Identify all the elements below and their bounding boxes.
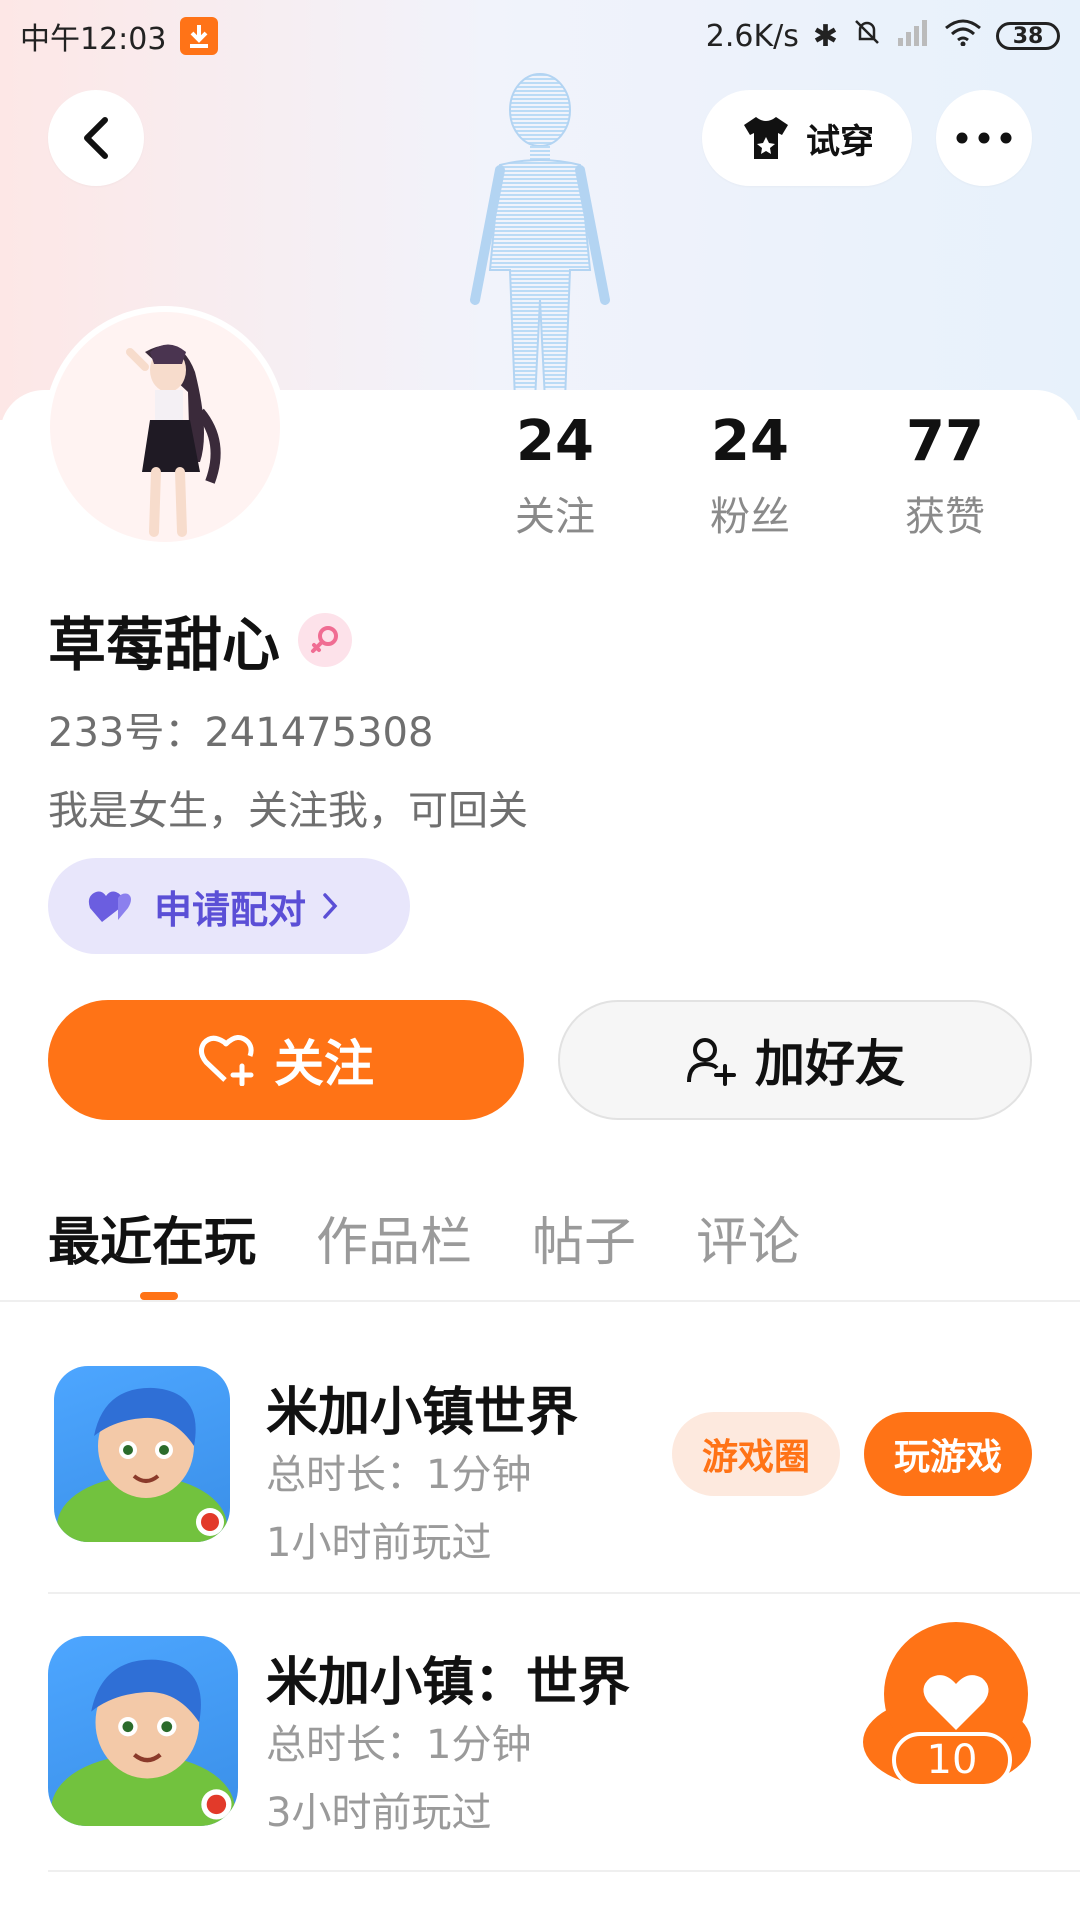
female-gender-icon <box>298 613 353 667</box>
tab-posts[interactable]: 帖子 <box>532 1200 636 1275</box>
game-title: 米加小镇：世界 <box>266 1653 631 1713</box>
wifi-icon <box>944 18 982 54</box>
stat-likes-label: 获赞 <box>905 494 985 540</box>
tab-comments[interactable]: 评论 <box>696 1200 800 1275</box>
like-count: 10 <box>892 1732 1012 1788</box>
stat-following-label: 关注 <box>515 494 595 540</box>
avatar-character-image <box>126 344 221 537</box>
battery-indicator: 38 <box>996 22 1060 50</box>
stat-followers-count: 24 <box>711 409 789 474</box>
stat-following-count: 24 <box>516 409 594 474</box>
add-friend-button[interactable]: 加好友 <box>558 1000 1032 1120</box>
active-tab-indicator <box>140 1292 178 1300</box>
try-on-label: 试穿 <box>806 121 874 162</box>
signal-icon <box>896 18 930 54</box>
stat-likes-count: 77 <box>906 409 984 474</box>
game-duration: 总时长：1分钟 <box>266 1722 532 1768</box>
profile-stats: 24 关注 24 粉丝 77 获赞 <box>470 410 1030 550</box>
tab-works[interactable]: 作品栏 <box>316 1200 472 1275</box>
game-icon <box>48 1636 238 1826</box>
name-row: 草莓甜心 <box>48 598 353 682</box>
chevron-right-icon <box>323 893 338 919</box>
back-button[interactable] <box>48 90 144 186</box>
game-last-played: 1小时前玩过 <box>266 1520 492 1566</box>
profile-name: 草莓甜心 <box>48 611 281 679</box>
tabs-divider <box>0 1300 1080 1302</box>
profile-tabs: 最近在玩 作品栏 帖子 评论 <box>48 1200 800 1275</box>
game-circle-button[interactable]: 游戏圈 <box>672 1412 840 1496</box>
game-last-played: 3小时前玩过 <box>266 1790 492 1836</box>
chevron-left-icon <box>84 117 108 159</box>
more-dots-icon <box>956 132 1012 144</box>
network-speed: 2.6K/s <box>705 18 799 54</box>
stat-likes[interactable]: 77 获赞 <box>860 410 1030 550</box>
tshirt-icon <box>744 117 788 159</box>
double-heart-icon <box>88 891 131 922</box>
game-title: 米加小镇世界 <box>266 1383 579 1443</box>
game-icon <box>54 1366 230 1542</box>
profile-bio: 我是女生，关注我，可回关 <box>48 788 528 834</box>
stat-following[interactable]: 24 关注 <box>470 410 640 550</box>
add-user-icon <box>687 1038 736 1086</box>
download-icon <box>180 17 219 55</box>
avatar[interactable] <box>50 312 280 542</box>
mute-bell-icon <box>852 17 882 55</box>
heart-plus-icon <box>198 1035 254 1086</box>
try-on-button[interactable]: 试穿 <box>702 90 912 186</box>
user-id: 233号：241475308 <box>48 710 434 756</box>
play-game-button[interactable]: 玩游戏 <box>864 1412 1032 1496</box>
like-floating-button[interactable]: 10 <box>862 1622 1032 1792</box>
stat-followers[interactable]: 24 粉丝 <box>665 410 835 550</box>
follow-button[interactable]: 关注 <box>48 1000 524 1120</box>
stat-followers-label: 粉丝 <box>710 494 790 540</box>
tab-recently-played[interactable]: 最近在玩 <box>48 1200 256 1275</box>
request-pair-label: 申请配对 <box>154 887 307 932</box>
game-duration: 总时长：1分钟 <box>266 1452 532 1498</box>
status-time: 中午12:03 <box>20 22 167 57</box>
avatar-hologram-figure <box>470 73 610 400</box>
bluetooth-icon: ✱ <box>812 18 838 54</box>
add-friend-label: 加好友 <box>755 1035 905 1093</box>
game-list-item[interactable]: 米加小镇世界 总时长：1分钟 1小时前玩过 游戏圈 玩游戏 <box>48 1366 1080 1606</box>
request-pair-button[interactable]: 申请配对 <box>48 858 410 954</box>
status-bar: 中午12:03 2.6K/s ✱ 38 <box>0 0 1080 72</box>
follow-label: 关注 <box>274 1035 374 1093</box>
more-options-button[interactable] <box>936 90 1032 186</box>
list-divider <box>48 1592 1080 1594</box>
list-divider <box>48 1870 1080 1872</box>
